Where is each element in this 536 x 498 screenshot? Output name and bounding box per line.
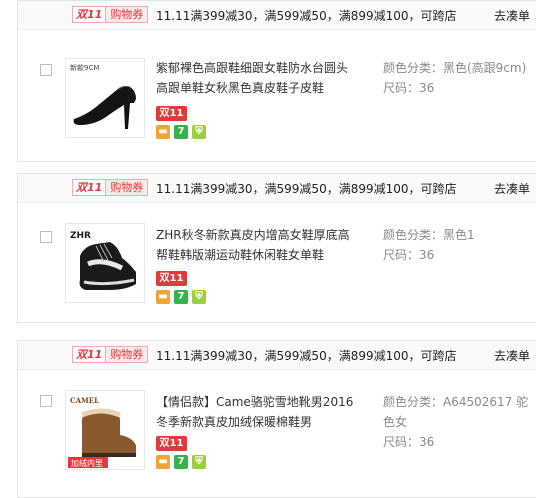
thumb-brand-text: 新款9CM	[70, 63, 99, 72]
item-attributes: 颜色分类：黑色(高跟9cm) 尺码：36	[383, 58, 533, 98]
coupon-badge[interactable]: 双11 购物券	[72, 179, 149, 196]
go-add-items-link[interactable]: 去凑单	[494, 180, 530, 197]
item-tags: 双11 ▬ 7 ⛨	[156, 436, 206, 469]
item-attributes: 颜色分类：黑色1 尺码：36	[383, 225, 533, 265]
shield-icon[interactable]: ⛨	[192, 125, 206, 139]
store-header: 双11 购物券 11.11满399减30，满599减50，满899减100，可跨…	[18, 1, 536, 30]
snow-boot-image: CAMEL 加绒内里	[68, 396, 136, 468]
service-icons: ▬ 7 ⛨	[156, 290, 206, 304]
product-title-link[interactable]: 紫郁裸色高跟鞋细跟女鞋防水台圆头高跟单鞋女秋黑色真皮鞋子皮鞋	[156, 58, 356, 98]
store-header: 双11 购物券 11.11满399减30，满599减50，满899减100，可跨…	[18, 174, 536, 203]
store-block-2: 双11 购物券 11.11满399减30，满599减50，满899减100，可跨…	[17, 173, 536, 323]
service-icons: ▬ 7 ⛨	[156, 455, 206, 469]
coupon-label: 购物券	[105, 180, 148, 195]
coupon-label: 购物券	[105, 7, 148, 22]
coupon-badge[interactable]: 双11 购物券	[72, 346, 149, 363]
card-icon[interactable]: ▬	[156, 455, 170, 469]
store-header: 双11 购物券 11.11满399减30，满599减50，满899减100，可跨…	[18, 341, 536, 370]
card-icon[interactable]: ▬	[156, 290, 170, 304]
item-checkbox[interactable]	[40, 395, 52, 407]
double11-tag: 双11	[156, 271, 187, 286]
item-attributes: 颜色分类：A64502617 驼色女 尺码：36	[383, 392, 533, 452]
thumb-brand-text: ZHR	[70, 231, 91, 241]
shield-icon[interactable]: ⛨	[192, 455, 206, 469]
card-icon[interactable]: ▬	[156, 125, 170, 139]
seven-day-return-icon[interactable]: 7	[174, 125, 188, 139]
promo-text: 11.11满399减30，满599减50，满899减100，可跨店	[156, 349, 457, 363]
color-attribute: 颜色分类：A64502617 驼色女	[383, 395, 529, 429]
item-checkbox[interactable]	[40, 64, 52, 76]
product-title-link[interactable]: ZHR秋冬新款真皮内增高女鞋厚底高帮鞋韩版潮运动鞋休闲鞋女单鞋	[156, 225, 356, 265]
go-add-items-link[interactable]: 去凑单	[494, 347, 530, 364]
item-checkbox[interactable]	[40, 231, 52, 243]
coupon-label: 购物券	[105, 347, 148, 362]
color-attribute: 颜色分类：黑色1	[383, 228, 475, 242]
double11-tag: 双11	[156, 106, 187, 121]
store-block-3: 双11 购物券 11.11满399减30，满599减50，满899减100，可跨…	[17, 340, 536, 498]
item-tags: 双11 ▬ 7 ⛨	[156, 106, 206, 139]
store-block-1: 双11 购物券 11.11满399减30，满599减50，满899减100，可跨…	[17, 0, 536, 162]
product-title-link[interactable]: 【情侣款】Came骆驼雪地靴男2016冬季新款真皮加绒保暖棉鞋男	[156, 392, 356, 432]
color-attribute: 颜色分类：黑色(高跟9cm)	[383, 61, 527, 75]
product-thumbnail[interactable]: 新款9CM	[65, 58, 145, 138]
seven-day-return-icon[interactable]: 7	[174, 290, 188, 304]
seven-day-return-icon[interactable]: 7	[174, 455, 188, 469]
double11-logo: 双11	[73, 180, 106, 195]
product-thumbnail[interactable]: CAMEL 加绒内里	[65, 390, 145, 470]
double11-logo: 双11	[73, 347, 106, 362]
promo-text: 11.11满399减30，满599减50，满899减100，可跨店	[156, 9, 457, 23]
coupon-badge[interactable]: 双11 购物券	[72, 6, 149, 23]
product-thumbnail[interactable]: ZHR	[65, 223, 145, 303]
sneaker-image: ZHR	[70, 231, 136, 290]
thumb-badge-text: 加绒内里	[71, 458, 103, 468]
size-attribute: 尺码：36	[383, 435, 435, 449]
service-icons: ▬ 7 ⛨	[156, 125, 206, 139]
size-attribute: 尺码：36	[383, 248, 435, 262]
size-attribute: 尺码：36	[383, 81, 435, 95]
thumb-brand-text: CAMEL	[70, 396, 99, 405]
promo-text: 11.11满399减30，满599减50，满899减100，可跨店	[156, 182, 457, 196]
shield-icon[interactable]: ⛨	[192, 290, 206, 304]
item-tags: 双11 ▬ 7 ⛨	[156, 271, 206, 304]
double11-tag: 双11	[156, 436, 187, 451]
go-add-items-link[interactable]: 去凑单	[494, 7, 530, 24]
high-heel-image: 新款9CM	[70, 63, 136, 129]
double11-logo: 双11	[73, 7, 106, 22]
